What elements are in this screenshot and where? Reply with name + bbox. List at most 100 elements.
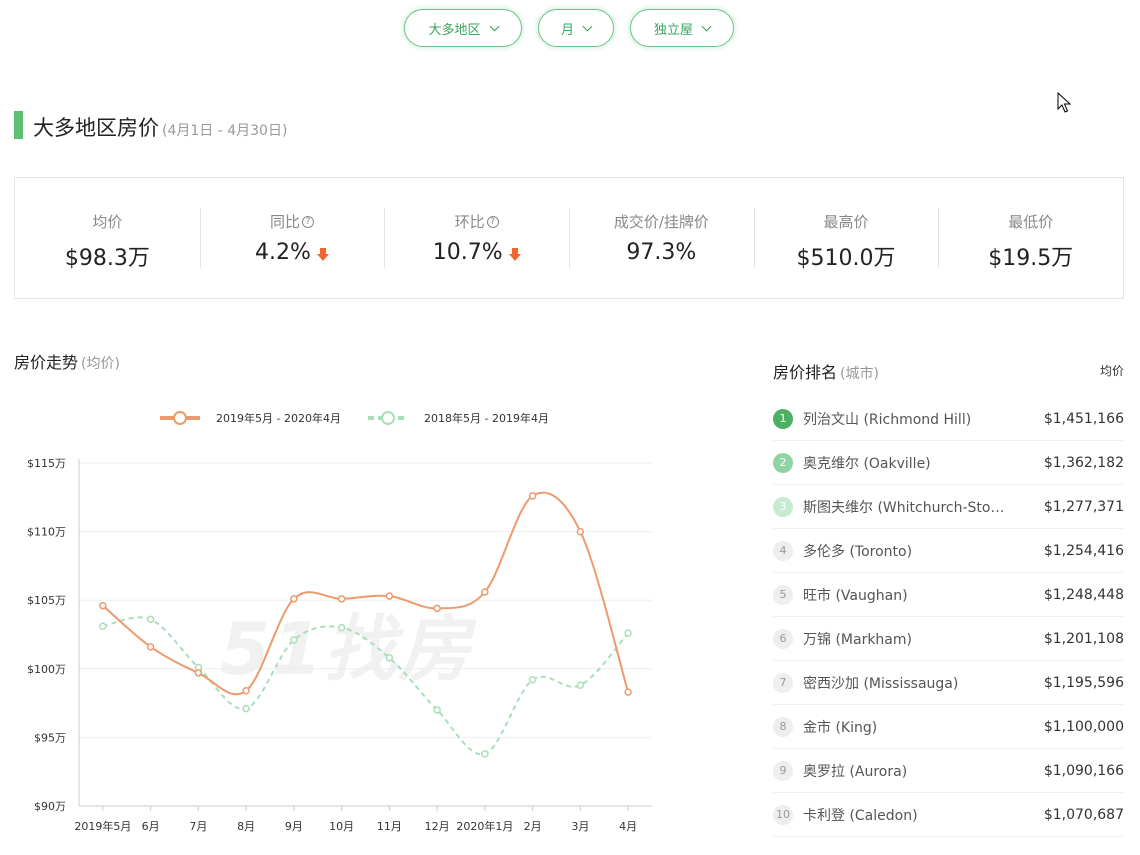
stat-value: 97.3% bbox=[626, 240, 697, 265]
ranking-row[interactable]: 1 列治文山 (Richmond Hill) $1,451,166 bbox=[773, 397, 1124, 441]
question-mark-icon[interactable]: ? bbox=[486, 215, 499, 228]
data-point-previous bbox=[385, 654, 394, 662]
rank-badge: 10 bbox=[773, 804, 793, 825]
data-point-current bbox=[194, 669, 203, 677]
data-point-previous bbox=[337, 623, 346, 632]
rank-price: $1,362,182 bbox=[1043, 454, 1124, 471]
data-point-previous bbox=[433, 706, 441, 714]
data-point-current bbox=[146, 643, 155, 651]
down-arrow-icon bbox=[508, 247, 521, 262]
data-point-current bbox=[99, 601, 107, 610]
rank-city-name: 万锦 (Markham) bbox=[803, 631, 912, 648]
stat-year-over-year: 同比? 4.2% bbox=[199, 178, 385, 298]
data-point-current bbox=[290, 595, 298, 603]
series-line-current bbox=[102, 491, 630, 696]
ranking-column-header: 均价 bbox=[1099, 364, 1124, 378]
ranking-row[interactable]: 5 旺市 (Vaughan) $1,248,448 bbox=[773, 573, 1124, 617]
data-point-current bbox=[337, 595, 346, 603]
rank-badge: 3 bbox=[773, 496, 793, 517]
stat-value: 10.7% bbox=[432, 240, 503, 265]
ranking-row[interactable]: 2 奥克维尔 (Oakville) $1,362,182 bbox=[773, 441, 1124, 485]
chevron-down-icon bbox=[489, 21, 499, 31]
ranking-row[interactable]: 10 卡利登 (Caledon) $1,070,687 bbox=[773, 793, 1124, 837]
rank-price: $1,201,108 bbox=[1043, 630, 1124, 647]
question-mark-icon[interactable]: ? bbox=[302, 215, 315, 228]
rank-city-name: 斯图夫维尔 (Whitchurch-Sto… bbox=[803, 499, 1005, 516]
data-point-previous bbox=[624, 629, 632, 637]
data-point-current bbox=[433, 604, 441, 613]
stats-panel: 均价 $98.3万 同比? 4.2% 环比? 10.7% 成交价/挂牌价 97.… bbox=[14, 177, 1124, 299]
ranking-title: 房价排名 (城市) bbox=[773, 359, 879, 383]
data-point-previous bbox=[146, 615, 155, 624]
stat-label: 均价 bbox=[92, 213, 123, 231]
rank-price: $1,248,448 bbox=[1043, 586, 1124, 603]
stat-lowest-price: 最低价 $19.5万 bbox=[938, 178, 1123, 298]
ranking-list: 1 列治文山 (Richmond Hill) $1,451,166 2 奥克维尔 (Oa… bbox=[773, 397, 1124, 837]
title-accent-bar bbox=[14, 111, 23, 139]
rank-city-name: 多伦多 (Toronto) bbox=[803, 543, 913, 560]
ranking-row[interactable]: 3 斯图夫维尔 (Whitchurch-Sto… $1,277,371 bbox=[773, 485, 1124, 529]
rank-price: $1,451,166 bbox=[1043, 410, 1124, 427]
ranking-title-text: 房价排名 bbox=[773, 363, 838, 382]
y-tick-label: $110万 bbox=[27, 526, 66, 539]
ranking-row[interactable]: 6 万锦 (Markham) $1,201,108 bbox=[773, 617, 1124, 661]
property-type-dropdown[interactable]: 独立屋 bbox=[630, 9, 734, 47]
chevron-down-icon bbox=[701, 21, 712, 31]
stat-highest-price: 最高价 $510.0万 bbox=[753, 178, 939, 298]
data-point-current bbox=[576, 527, 585, 536]
rank-city-name: 卡利登 (Caledon) bbox=[803, 807, 918, 824]
period-dropdown-label: 月 bbox=[560, 22, 574, 38]
trend-title-subtitle: (均价) bbox=[81, 356, 120, 372]
x-tick-label: 12月 bbox=[425, 820, 450, 833]
legend-marker bbox=[381, 411, 395, 425]
filter-bar: 大多地区 月 独立屋 bbox=[0, 9, 1140, 49]
data-point-current bbox=[528, 492, 537, 500]
rank-city-name: 旺市 (Vaughan) bbox=[803, 587, 908, 604]
x-tick-label: 8月 bbox=[237, 820, 255, 833]
stat-label: 成交价/挂牌价 bbox=[613, 213, 709, 231]
mouse-cursor-icon bbox=[1057, 92, 1071, 113]
y-tick-label: $115万 bbox=[27, 457, 66, 470]
page-title-text: 大多地区房价 bbox=[33, 116, 159, 140]
ranking-title-subtitle: (城市) bbox=[840, 366, 879, 382]
page-title-date-range: (4月1日 - 4月30日) bbox=[162, 123, 288, 139]
legend-marker bbox=[173, 411, 187, 425]
data-point-current bbox=[242, 687, 250, 695]
stat-label: 同比 bbox=[270, 213, 301, 231]
ranking-row[interactable]: 4 多伦多 (Toronto) $1,254,416 bbox=[773, 529, 1124, 573]
series-line-previous bbox=[102, 616, 629, 756]
stat-label: 环比 bbox=[454, 213, 485, 231]
rank-badge: 9 bbox=[773, 760, 793, 781]
period-dropdown[interactable]: 月 bbox=[538, 9, 614, 47]
rank-badge: 5 bbox=[773, 584, 793, 605]
ranking-row[interactable]: 7 密西沙加 (Mississauga) $1,195,596 bbox=[773, 661, 1124, 705]
rank-badge: 8 bbox=[773, 716, 793, 737]
x-tick-label: 9月 bbox=[285, 820, 303, 833]
y-tick-label: $95万 bbox=[34, 731, 66, 744]
rank-price: $1,070,687 bbox=[1043, 806, 1124, 823]
rank-price: $1,195,596 bbox=[1043, 674, 1124, 691]
rank-badge: 6 bbox=[773, 628, 793, 649]
ranking-row[interactable]: 9 奥罗拉 (Aurora) $1,090,166 bbox=[773, 749, 1124, 793]
legend-label: 2018年5月 - 2019年4月 bbox=[424, 411, 549, 425]
rank-badge: 1 bbox=[773, 408, 793, 429]
data-point-previous bbox=[528, 676, 537, 684]
chevron-down-icon bbox=[582, 21, 593, 31]
data-point-previous bbox=[481, 750, 489, 758]
data-point-current bbox=[624, 688, 632, 696]
down-arrow-icon bbox=[316, 247, 329, 262]
legend-label: 2019年5月 - 2020年4月 bbox=[216, 411, 341, 425]
rank-city-name: 金市 (King) bbox=[803, 719, 878, 736]
data-point-previous bbox=[576, 681, 585, 690]
y-tick-label: $100万 bbox=[27, 663, 66, 676]
rank-badge: 2 bbox=[773, 452, 793, 473]
ranking-row[interactable]: 8 金市 (King) $1,100,000 bbox=[773, 705, 1124, 749]
x-tick-label: 2020年1月 bbox=[456, 819, 513, 833]
region-dropdown[interactable]: 大多地区 bbox=[404, 9, 522, 47]
stat-value: $19.5万 bbox=[988, 246, 1074, 271]
rank-price: $1,090,166 bbox=[1043, 762, 1124, 779]
y-tick-label: $105万 bbox=[27, 594, 66, 607]
region-dropdown-label: 大多地区 bbox=[428, 22, 481, 38]
price-trend-chart[interactable]: $90万 $95万 $100万 $105万 $110万 $115万 2019年5月 6月 7月 8… bbox=[14, 395, 664, 840]
data-point-current bbox=[481, 588, 489, 596]
